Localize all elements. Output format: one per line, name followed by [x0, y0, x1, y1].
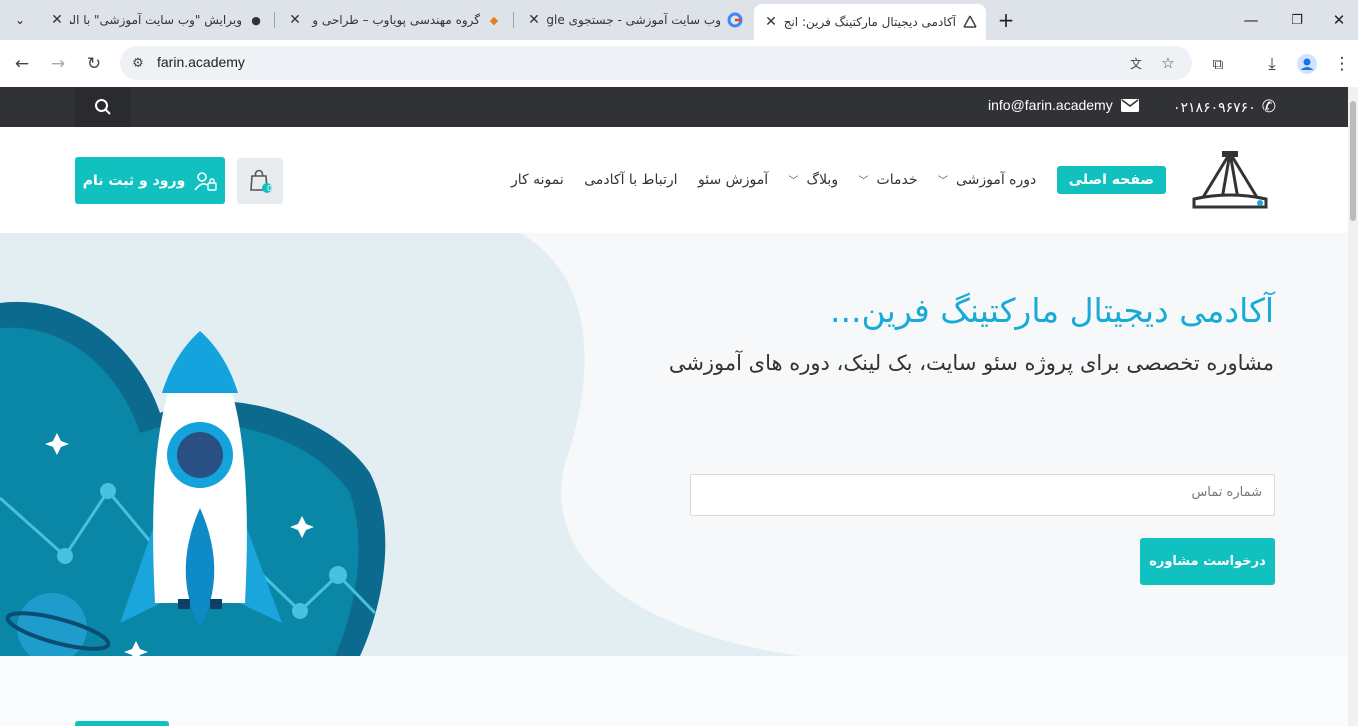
nav-home[interactable]: صفحه اصلی — [1056, 166, 1166, 194]
site-topbar: info@farin.academy ۰۲۱۸۶۰۹۶۷۶۰ ✆ — [0, 87, 1348, 127]
nav-courses[interactable]: دوره آموزشی ﹀ — [938, 172, 1036, 188]
page-scrollbar[interactable] — [1348, 87, 1358, 726]
site-header: صفحه اصلی دوره آموزشی ﹀ خدمات ﹀ وبلاگ ﹀ آمو… — [0, 127, 1348, 233]
tab-elementor[interactable]: ● ویرایش "وب سایت آموزشی" با الم ✕ — [40, 4, 272, 36]
close-icon[interactable]: ✕ — [762, 13, 780, 31]
chevron-down-icon: ﹀ — [788, 176, 799, 187]
tab-strip: ⌄ ● ویرایش "وب سایت آموزشی" با الم ✕ ◆ گ… — [0, 0, 1358, 40]
bookmark-star-icon[interactable]: ☆ — [1158, 53, 1178, 73]
reload-button[interactable]: ↻ — [80, 50, 108, 78]
nav-label: خدمات — [876, 172, 918, 188]
forward-button[interactable]: → — [44, 50, 72, 78]
section-accent-bar — [75, 721, 169, 726]
close-window-button[interactable]: ✕ — [1320, 0, 1358, 40]
site-info-icon[interactable]: ⚙ — [128, 53, 148, 73]
nav-label: دوره آموزشی — [955, 172, 1037, 188]
phone-placeholder: شماره تماس — [1191, 485, 1262, 500]
search-button[interactable] — [75, 87, 131, 127]
tab-farin-academy[interactable]: آکادمی دیجیتال مارکتینگ فرین: انج ✕ — [754, 4, 986, 40]
download-icon[interactable]: ⤓ — [1258, 50, 1286, 78]
site-logo-icon — [962, 14, 978, 30]
rocket-illustration — [0, 301, 386, 656]
chevron-down-icon: ﹀ — [858, 176, 869, 187]
nav-label: وبلاگ — [806, 172, 839, 188]
minimize-button[interactable]: — — [1228, 0, 1274, 40]
profile-avatar[interactable] — [1293, 50, 1321, 78]
tab-google-search[interactable]: وب سایت آموزشی - جستجوی Google ✕ — [517, 4, 751, 36]
address-bar[interactable]: ⚙ farin.academy 文 ☆ — [120, 46, 1192, 80]
tab-title: ویرایش "وب سایت آموزشی" با الم — [70, 13, 242, 27]
email-contact[interactable]: info@farin.academy — [988, 97, 1139, 113]
nav-portfolio[interactable]: نمونه کار — [511, 172, 564, 188]
scrollbar-thumb[interactable] — [1350, 101, 1356, 221]
login-label: ورود و ثبت نام — [82, 172, 186, 189]
cart-button[interactable]: 0 — [237, 158, 283, 204]
search-icon — [95, 99, 111, 115]
cart-count: 0 — [267, 184, 273, 193]
close-icon[interactable]: ✕ — [286, 11, 304, 29]
menu-icon[interactable]: ⋮ — [1328, 50, 1356, 78]
chevron-down-icon: ﹀ — [937, 176, 948, 187]
tab-title: گروه مهندسی پویاوب – طراحی و — [312, 13, 480, 27]
hero-section: آکادمی دیجیتال مارکتینگ فرین... مشاوره ت… — [0, 233, 1348, 656]
nav-blog[interactable]: وبلاگ ﹀ — [789, 172, 839, 188]
site-favicon-icon: ◆ — [489, 13, 499, 27]
phone-icon: ✆ — [1261, 97, 1276, 116]
extensions-icon[interactable]: ⧉ — [1204, 50, 1232, 78]
browser-chrome: ⌄ ● ویرایش "وب سایت آموزشی" با الم ✕ ◆ گ… — [0, 0, 1358, 87]
translate-icon[interactable]: 文 — [1126, 53, 1146, 73]
phone-input[interactable]: شماره تماس — [690, 474, 1275, 516]
envelope-icon — [1120, 98, 1139, 112]
phone-text[interactable]: ۰۲۱۸۶۰۹۶۷۶۰ — [1173, 99, 1256, 116]
back-button[interactable]: ← — [8, 50, 36, 78]
hero-title: آکادمی دیجیتال مارکتینگ فرین... — [830, 291, 1274, 330]
login-register-button[interactable]: ورود و ثبت نام — [75, 157, 225, 204]
user-lock-icon — [194, 171, 217, 191]
email-text[interactable]: info@farin.academy — [988, 97, 1113, 113]
new-tab-button[interactable]: + — [986, 0, 1026, 40]
hero-subtitle: مشاوره تخصصی برای پروژه سئو سایت، بک لین… — [668, 351, 1274, 375]
tab-title: آکادمی دیجیتال مارکتینگ فرین: انج — [784, 15, 956, 29]
google-icon — [727, 12, 743, 28]
close-icon[interactable]: ✕ — [48, 11, 66, 29]
site-logo[interactable] — [1190, 149, 1270, 211]
request-consultation-button[interactable]: درخواست مشاوره — [1140, 538, 1275, 585]
tab-search-button[interactable]: ⌄ — [2, 0, 38, 40]
next-section — [0, 656, 1348, 726]
nav-services[interactable]: خدمات ﹀ — [859, 172, 918, 188]
nav-contact[interactable]: ارتباط با آکادمی — [584, 172, 677, 188]
main-nav: صفحه اصلی دوره آموزشی ﹀ خدمات ﹀ وبلاگ ﹀ آمو… — [511, 165, 1166, 195]
tab-title: وب سایت آموزشی - جستجوی Google — [547, 13, 721, 27]
nav-seo-training[interactable]: آموزش سئو — [698, 172, 768, 188]
restore-button[interactable]: ❐ — [1274, 0, 1320, 40]
phone-contact[interactable]: ۰۲۱۸۶۰۹۶۷۶۰ ✆ — [1173, 97, 1276, 117]
wordpress-icon: ● — [251, 13, 261, 27]
tab-pouyaweb[interactable]: ◆ گروه مهندسی پویاوب – طراحی و ✕ — [278, 4, 510, 36]
browser-toolbar: ← → ↻ ⚙ farin.academy 文 ☆ ⧉ ⤓ ⋮ — [0, 40, 1358, 87]
close-icon[interactable]: ✕ — [525, 11, 543, 29]
url-text[interactable]: farin.academy — [157, 54, 245, 70]
